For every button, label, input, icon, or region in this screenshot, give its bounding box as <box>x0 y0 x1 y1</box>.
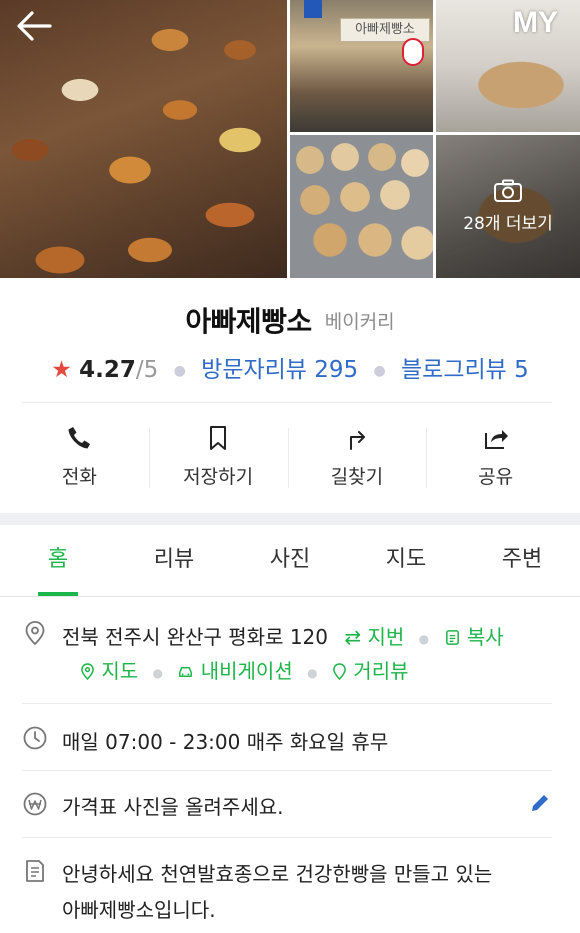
photo-gallery[interactable]: 아빠제빵소 28개 더보기 MY <box>0 0 580 278</box>
place-category: 베이커리 <box>324 310 395 333</box>
save-label: 저장하기 <box>183 466 254 488</box>
place-title-row: 아빠제빵소 베이커리 <box>0 300 580 340</box>
copy-label: 복사 <box>466 625 504 649</box>
document-icon <box>26 860 44 882</box>
phone-icon <box>68 427 91 449</box>
storefront-blue-sign <box>304 0 322 18</box>
won-currency-icon <box>23 792 47 816</box>
action-bar: 전화 저장하기 길찾기 공유 <box>10 420 565 500</box>
price-section[interactable]: 가격표 사진을 올려주세요. <box>0 771 580 837</box>
directions-icon <box>349 431 365 450</box>
storefront-round-sign <box>402 38 424 66</box>
separator-dot: ● <box>173 362 186 379</box>
call-label: 전화 <box>61 466 97 488</box>
tab-bar: 홈 리뷰 사진 지도 주변 <box>0 525 580 597</box>
street-view-icon <box>333 663 346 681</box>
street-view-label: 거리뷰 <box>353 659 409 683</box>
navigation-link[interactable]: 내비게이션 <box>177 659 299 683</box>
photo-bread-loaf[interactable] <box>436 0 580 132</box>
pencil-icon[interactable] <box>528 791 552 815</box>
rating-score: 4.27 <box>79 357 136 383</box>
map-pin-icon <box>81 663 94 681</box>
camera-icon <box>494 179 522 202</box>
photo-round-buns[interactable] <box>290 135 433 278</box>
address-links-line: 지도 ● 내비게이션 ● 거리뷰 <box>80 655 409 684</box>
divider <box>22 402 552 403</box>
visitor-reviews-link[interactable]: 방문자리뷰 295 <box>201 357 358 383</box>
separator-dot: ● <box>373 362 386 379</box>
lot-address-link[interactable]: ⇄ 지번 <box>344 625 410 649</box>
section-gap <box>0 513 580 525</box>
save-button[interactable]: 저장하기 <box>148 420 288 500</box>
separator-dot: ● <box>152 665 164 680</box>
tab-photos[interactable]: 사진 <box>232 525 348 596</box>
hours-text: 매일 07:00 - 23:00 매주 화요일 휴무 <box>62 730 389 754</box>
swap-icon: ⇄ <box>344 625 362 649</box>
more-photos-label: 28개 더보기 <box>463 214 553 234</box>
call-button[interactable]: 전화 <box>10 420 149 500</box>
tab-nearby[interactable]: 주변 <box>464 525 580 596</box>
description-line-2: 아빠제빵소입니다. <box>62 898 216 922</box>
photo-storefront[interactable]: 아빠제빵소 <box>290 0 433 132</box>
description-line-1: 안녕하세요 천연발효종으로 건강한빵을 만들고 있는 <box>62 862 493 886</box>
back-arrow-icon[interactable] <box>14 8 54 44</box>
car-icon <box>179 666 193 677</box>
copy-icon <box>445 630 459 645</box>
description-section: 안녕하세요 천연발효종으로 건강한빵을 만들고 있는 아빠제빵소입니다. <box>0 838 580 933</box>
my-button[interactable]: MY <box>513 6 558 40</box>
address-text: 전북 전주시 완산구 평화로 120 <box>62 625 329 649</box>
map-link[interactable]: 지도 <box>80 659 145 683</box>
address-section: 전북 전주시 완산구 평화로 120 ⇄ 지번 ● 복사 지도 ● 내비게이션 … <box>0 598 580 703</box>
directions-label: 길찾기 <box>330 466 384 488</box>
star-icon: ★ <box>51 357 72 383</box>
share-button[interactable]: 공유 <box>426 420 565 500</box>
street-view-link[interactable]: 거리뷰 <box>332 659 409 683</box>
clock-icon <box>23 726 47 750</box>
map-label: 지도 <box>101 659 139 683</box>
navigation-label: 내비게이션 <box>200 659 293 683</box>
place-name: 아빠제빵소 <box>185 305 312 338</box>
tab-reviews[interactable]: 리뷰 <box>116 525 232 596</box>
price-placeholder: 가격표 사진을 올려주세요. <box>62 795 284 819</box>
separator-dot: ● <box>418 631 430 646</box>
location-pin-icon <box>25 621 45 646</box>
lot-address-label: 지번 <box>367 625 405 649</box>
address-line: 전북 전주시 완산구 평화로 120 ⇄ 지번 ● 복사 <box>62 621 504 650</box>
rating-max: /5 <box>135 357 159 383</box>
more-photos-button[interactable]: 28개 더보기 <box>436 135 580 278</box>
tab-map[interactable]: 지도 <box>348 525 464 596</box>
separator-dot: ● <box>307 665 318 680</box>
bookmark-icon <box>210 426 227 450</box>
rating-row: ★ 4.27/5 ● 방문자리뷰 295 ● 블로그리뷰 5 <box>0 350 580 384</box>
tab-home[interactable]: 홈 <box>0 525 116 596</box>
share-label: 공유 <box>478 466 514 488</box>
directions-button[interactable]: 길찾기 <box>287 420 427 500</box>
blog-reviews-link[interactable]: 블로그리뷰 5 <box>401 357 529 383</box>
copy-address-button[interactable]: 복사 <box>444 625 504 649</box>
hours-section[interactable]: 매일 07:00 - 23:00 매주 화요일 휴무 <box>0 704 580 770</box>
share-icon <box>484 430 508 449</box>
